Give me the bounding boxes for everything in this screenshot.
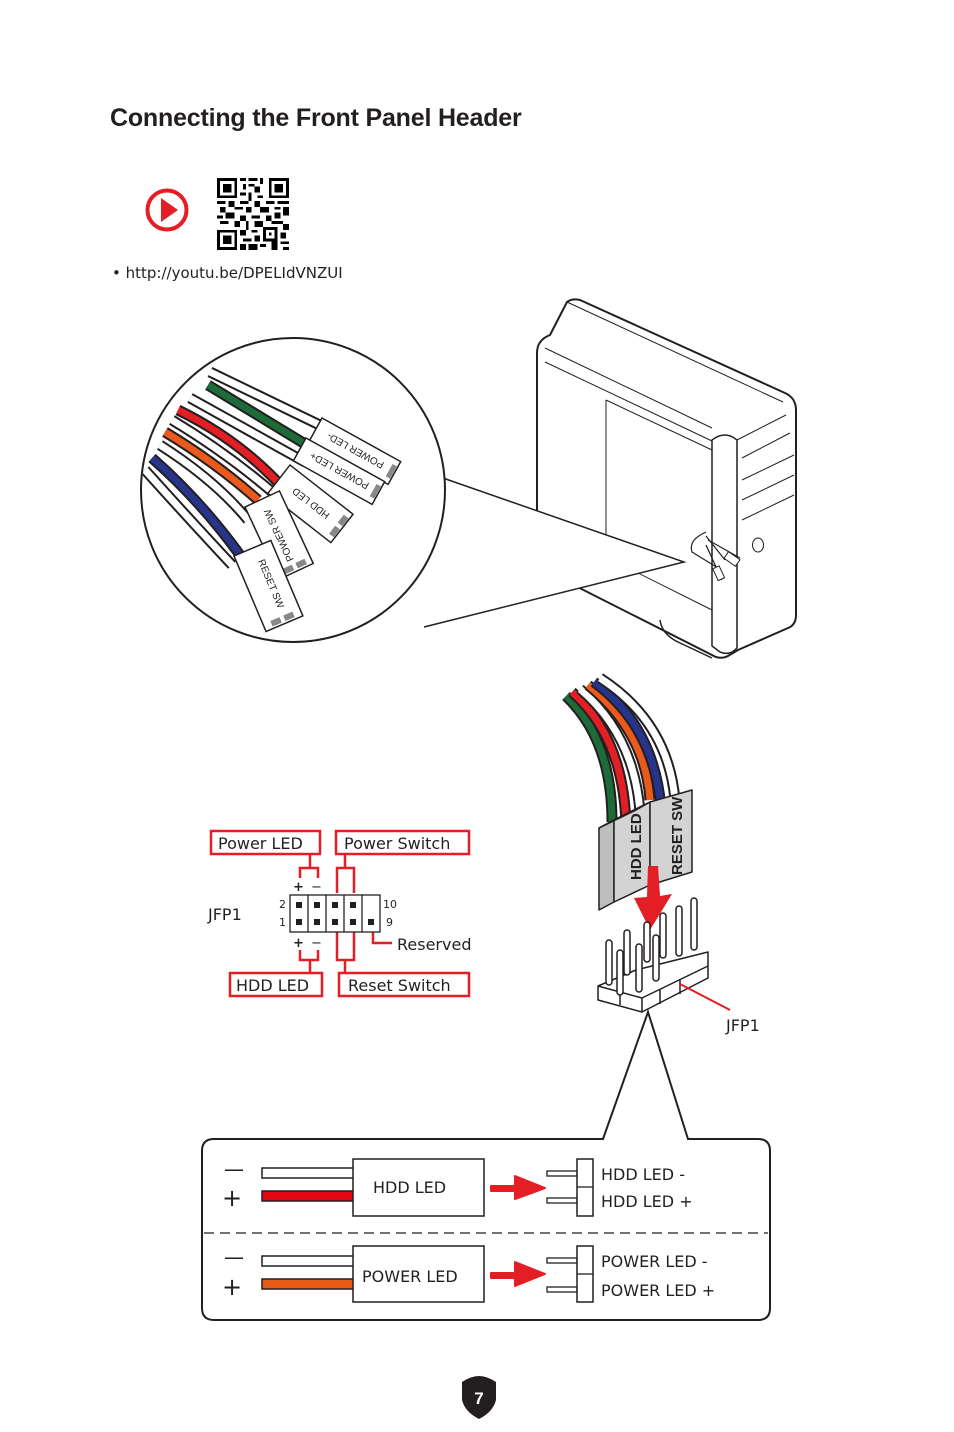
polarity-box-rows-1-plus-text: + [222,1273,242,1301]
jfp1-diagram-callouts-power-switch-text: Power Switch [344,834,450,853]
jfp1-diagram-callouts-reserved-text: Reserved [397,935,471,954]
polarity-box-rows-0-connector-text: HDD LED [373,1178,446,1197]
jfp1-diagram-pin-numbers-top-left-text: 2 [279,898,286,911]
jfp1-pinout: Power LED Power Switch HDD LED Reset Swi… [207,829,471,998]
polarity-box-rows-0-pin-plus-text: HDD LED + [601,1192,693,1211]
jfp1-diagram-pin-numbers-bottom-left-text: 1 [279,916,286,929]
connector-3d-illustration: HDD LED RESET SW JFP1 [562,673,760,1035]
polarity-box-rows-0-plus-text: + [222,1184,242,1212]
polarity-box: — + HDD LED HDD LED - HDD LED + — + POWE… [201,1008,771,1321]
polarity-box-rows-1-connector-text: POWER LED [362,1267,458,1286]
jfp1-diagram-callouts-hdd-led-text: HDD LED [236,976,309,995]
hdd-led-block-label: HDD LED [628,813,645,880]
reset-sw-block-label: RESET SW [669,796,686,875]
jfp1-diagram-polarity-minus-text: − [311,880,322,895]
page-page-number-text: 7 [474,1389,483,1408]
jfp1-diagram-polarity-plus-text: + [293,880,304,895]
polarity-box-rows-1-minus-text: — [224,1245,244,1269]
polarity-box-rows-1-pin-plus-text: POWER LED + [601,1281,715,1300]
cable-magnifier: POWER LED- POWER LED+ HDD LED POWER SW R… [140,337,446,643]
polarity-box-rows-0-pin-minus-text: HDD LED - [601,1165,685,1184]
pc-case-illustration [536,298,797,659]
polarity-box-rows-1-pin-minus-text: POWER LED - [601,1252,708,1271]
jfp1-diagram-pin-numbers-bottom-right-text: 9 [386,916,393,929]
jfp1-diagram-polarity-minus-text: − [311,936,322,951]
jfp1-diagram-pin-numbers-top-right-text: 10 [383,898,397,911]
jfp1-diagram-callouts-power-led-text: Power LED [218,834,303,853]
front-panel-diagram: POWER LED- POWER LED+ HDD LED POWER SW R… [140,298,797,1321]
polarity-box-rows-0-minus-text: — [224,1157,244,1181]
jfp1-diagram-polarity-plus-text: + [293,936,304,951]
jfp1-diagram-header-label-text: JFP1 [207,905,242,924]
page-number-badge: 7 [462,1376,496,1419]
connector-3d-header-label-text: JFP1 [725,1016,760,1035]
jfp1-diagram-callouts-reset-switch-text: Reset Switch [348,976,451,995]
